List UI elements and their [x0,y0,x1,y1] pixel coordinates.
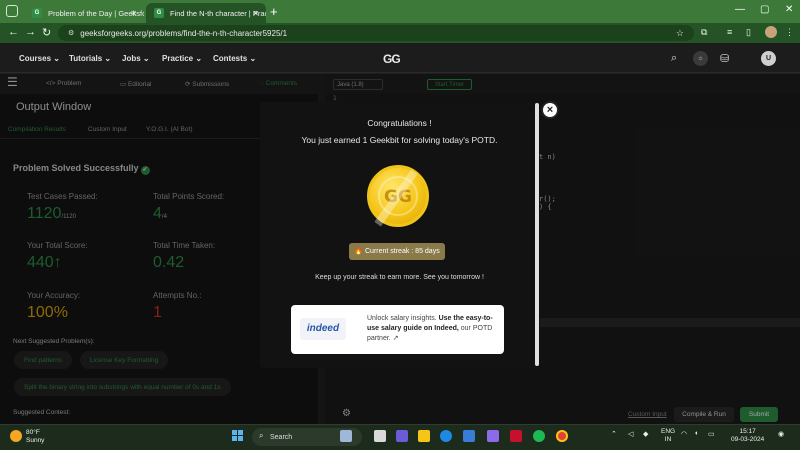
search-icon: ⌕ [259,431,264,440]
nav-courses[interactable]: Courses ⌄ [19,54,60,63]
site-header [0,43,800,73]
file-explorer-icon[interactable] [418,430,430,442]
indeed-logo: indeed [300,318,346,340]
close-window-icon[interactable]: ✕ [785,4,793,15]
wifi-icon[interactable]: ◠ [681,430,687,438]
windows-start-icon[interactable] [232,430,243,441]
nav-jobs[interactable]: Jobs ⌄ [122,54,150,63]
widgets-icon[interactable] [340,430,352,442]
tab-close-icon[interactable]: ✕ [130,9,137,18]
theme-toggle-icon[interactable]: ☼ [693,51,708,66]
flame-icon: 🔥 [354,248,363,255]
reload-icon[interactable]: ↻ [42,26,51,39]
nav-practice[interactable]: Practice ⌄ [162,54,202,63]
chat-icon[interactable] [374,430,386,442]
modal-title: Congratulations ! [367,118,432,128]
battery-icon[interactable]: ▭ [708,430,715,438]
url-input[interactable]: ⚙ geeksforgeeks.org/problems/find-the-n-… [58,25,694,41]
back-icon[interactable]: ← [8,26,19,38]
tab-problem-of-the-day[interactable]: G Problem of the Day | GeeksforG ✕ [24,3,144,23]
sun-icon[interactable] [10,430,22,442]
store-icon[interactable] [463,430,475,442]
media-icon[interactable]: ≡ [727,27,732,37]
tray-chevron-icon[interactable]: ⌃ [611,430,617,438]
gfg-favicon-icon: G [32,8,42,18]
geekbit-coin-icon: GG [367,165,429,227]
maximize-icon[interactable]: ▢ [760,4,769,15]
location-icon[interactable]: ◆ [643,430,648,438]
notifications-icon[interactable]: ◉ [778,430,784,438]
gfg-favicon-icon: G [154,8,164,18]
tab-find-nth-character[interactable]: G Find the N-th character | Practi ✕ [146,3,266,23]
extensions-icon[interactable]: ⧉ [701,27,707,38]
language-indicator[interactable]: ENG IN [661,428,675,444]
tab-close-icon[interactable]: ✕ [252,9,259,18]
user-avatar[interactable]: U [761,51,776,66]
ad-text: Unlock salary insights. Use the easy-to-… [367,315,493,342]
external-link-icon[interactable]: ↗ [393,335,399,342]
forward-icon[interactable]: → [25,26,36,38]
new-tab-button[interactable]: + [270,4,278,19]
edge-icon[interactable] [440,430,452,442]
clock[interactable]: 15:17 09-03-2024 [731,428,764,444]
chrome-icon[interactable] [556,430,568,442]
keep-up-message: Keep up your streak to earn more. See yo… [315,274,484,281]
bookmark-star-icon[interactable]: ☆ [676,28,684,39]
mcafee-icon[interactable] [510,430,522,442]
minimize-icon[interactable]: — [735,4,745,15]
nav-tutorials[interactable]: Tutorials ⌄ [69,54,111,63]
nav-contests[interactable]: Contests ⌄ [213,54,256,63]
site-info-icon[interactable]: ⚙ [68,29,74,37]
volume-icon[interactable]: ◖ [694,430,698,437]
modal-subtitle: You just earned 1 Geekbit for solving to… [301,135,498,145]
geekbits-icon[interactable]: ⛁ [720,52,729,65]
weather-widget[interactable]: 80°F Sunny [26,429,44,445]
teams-icon[interactable] [396,430,408,442]
tray-app-icon[interactable]: ◁ [628,430,633,438]
tab-search-icon[interactable] [6,5,18,17]
gfg-logo[interactable]: GG [383,52,401,66]
browser-profile-avatar[interactable] [765,26,777,38]
spotify-icon[interactable] [533,430,545,442]
search-icon[interactable]: ⌕ [671,52,677,65]
url-text: geeksforgeeks.org/problems/find-the-n-th… [80,28,288,38]
browser-menu-icon[interactable]: ⋮ [785,27,794,38]
editor-app-icon[interactable] [487,430,499,442]
sidepanel-icon[interactable]: ▯ [746,27,751,38]
close-modal-button[interactable]: × [541,101,559,119]
streak-badge: 🔥 Current streak : 85 days [349,243,445,260]
